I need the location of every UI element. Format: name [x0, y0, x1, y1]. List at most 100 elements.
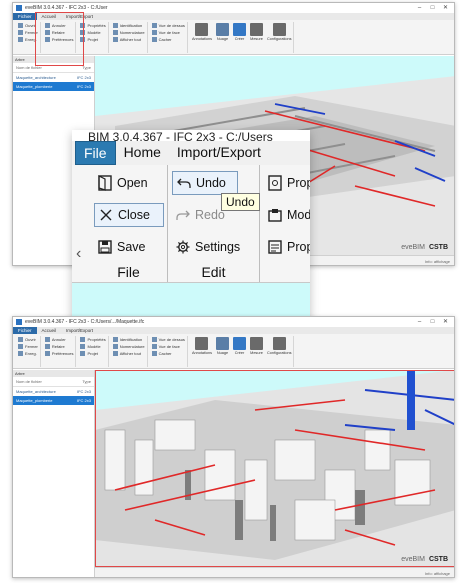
- properties-icon: [268, 175, 282, 191]
- redo-icon: [176, 210, 190, 220]
- tab-file[interactable]: File: [75, 141, 116, 165]
- close-icon: [18, 344, 23, 349]
- ribbon-group-file: Ouvrir Fermer Enreg.: [16, 22, 41, 53]
- close-icon[interactable]: ✕: [439, 3, 452, 13]
- ribbon-item[interactable]: Annuler: [44, 23, 74, 28]
- ribbon-item[interactable]: Préférences: [44, 351, 73, 356]
- item-type: IFC 2x3: [76, 84, 91, 89]
- ribbon-label: Modèle: [87, 30, 101, 35]
- list-item[interactable]: Maquette_plomberie IFC 2x3: [13, 82, 94, 91]
- project-button[interactable]: Prop: [264, 235, 310, 259]
- ribbon-item[interactable]: Identification: [112, 23, 145, 28]
- ribbon-item[interactable]: Fermer: [18, 30, 38, 35]
- 3d-viewport[interactable]: eveBIM CSTB: [95, 370, 454, 567]
- ribbon-group-camera: Vue de dessus Vue de face Cacher: [150, 22, 188, 53]
- model-button[interactable]: Mod: [264, 203, 310, 227]
- list-item[interactable]: Maquette_plomberie IFC 2x3: [13, 396, 94, 405]
- annotations-button[interactable]: Annotations: [192, 23, 212, 41]
- chevron-left-icon[interactable]: ‹: [76, 245, 81, 263]
- measure-button[interactable]: Mesure: [250, 23, 263, 41]
- model-tree-panel: Arbre Nom de fichier Type Maquette_archi…: [13, 370, 95, 577]
- ribbon-item[interactable]: Préférences: [44, 37, 73, 42]
- ribbon-item[interactable]: Nomenclature: [112, 344, 145, 349]
- list-item[interactable]: Maquette_architecture IFC 2x3: [13, 73, 94, 82]
- ribbon-label: Créer: [234, 351, 245, 355]
- tab-import-export[interactable]: Import/Export: [61, 13, 98, 20]
- open-button[interactable]: Open: [94, 171, 152, 195]
- maximize-icon[interactable]: □: [426, 3, 439, 13]
- create-button[interactable]: Créer: [233, 337, 246, 355]
- ribbon-item[interactable]: Vue de dessus: [151, 337, 185, 342]
- ribbon-label: Vue de dessus: [158, 23, 185, 28]
- panel-columns: Nom de fichier Type: [13, 63, 94, 73]
- ribbon-item[interactable]: Vue de face: [151, 30, 185, 35]
- ribbon-item[interactable]: Cacher: [151, 37, 185, 42]
- ribbon-item[interactable]: Projet: [80, 37, 105, 42]
- app-logo-icon: [16, 319, 22, 325]
- tab-file[interactable]: Fichier: [13, 13, 37, 20]
- ribbon-label: Configurations: [267, 351, 292, 355]
- open-icon: [18, 337, 23, 342]
- ribbon-group-file: Open Close Save File: [90, 165, 168, 282]
- close-icon[interactable]: ✕: [439, 317, 452, 327]
- configurations-button[interactable]: Configurations: [267, 337, 291, 355]
- ribbon-item[interactable]: Refaire: [44, 30, 74, 35]
- tab-home[interactable]: Home: [116, 141, 169, 165]
- model-label: Mod: [287, 208, 310, 222]
- properties-button[interactable]: Prop: [264, 171, 310, 195]
- ribbon-item[interactable]: Enreg.: [18, 37, 38, 42]
- ribbon-label: Identification: [119, 337, 143, 342]
- list-item[interactable]: Maquette_architecture IFC 2x3: [13, 387, 94, 396]
- tab-home[interactable]: Accueil: [37, 13, 62, 20]
- ribbon-label: Propriétés: [87, 23, 106, 28]
- ribbon-item[interactable]: Propriétés: [80, 23, 106, 28]
- ribbon-item[interactable]: Modèle: [80, 344, 105, 349]
- ribbon: Ouvrir Fermer Enreg. Annuler Refaire Pré…: [13, 20, 454, 55]
- cloud-button[interactable]: Nuage: [216, 23, 229, 41]
- configurations-button[interactable]: Configurations: [267, 23, 291, 41]
- ribbon-item[interactable]: Projet: [80, 351, 105, 356]
- ribbon-item[interactable]: Enreg.: [18, 351, 38, 356]
- maximize-icon[interactable]: □: [426, 317, 439, 327]
- ribbon-item[interactable]: Nomenclature: [112, 30, 145, 35]
- ribbon-item[interactable]: Ouvrir: [18, 337, 38, 342]
- ribbon-label: Annotations: [191, 351, 212, 355]
- settings-button[interactable]: Settings: [172, 235, 244, 259]
- minimize-icon[interactable]: –: [413, 3, 426, 13]
- ribbon-item[interactable]: Ouvrir: [18, 23, 38, 28]
- ribbon-item[interactable]: Annuler: [44, 337, 74, 342]
- ribbon-label: Ouvrir: [25, 337, 36, 342]
- ribbon-item[interactable]: Afficher tout: [112, 37, 145, 42]
- ribbon-label: Cacher: [158, 351, 172, 356]
- project-icon: [268, 240, 282, 254]
- redo-icon: [44, 344, 50, 349]
- minimize-icon[interactable]: –: [413, 317, 426, 327]
- save-button[interactable]: Save: [94, 235, 150, 259]
- annotations-button[interactable]: Annotations: [192, 337, 212, 355]
- ribbon-label: Identification: [119, 23, 143, 28]
- tab-home[interactable]: Accueil: [37, 327, 62, 334]
- ribbon-item[interactable]: Propriétés: [80, 337, 106, 342]
- ribbon-item[interactable]: Fermer: [18, 344, 38, 349]
- ribbon-item[interactable]: Vue de face: [151, 344, 185, 349]
- cloud-button[interactable]: Nuage: [216, 337, 229, 355]
- create-button[interactable]: Créer: [233, 23, 246, 41]
- hide-icon: [151, 37, 157, 42]
- ribbon-label: Enreg.: [25, 351, 37, 356]
- identify-icon: [112, 23, 118, 28]
- close-button[interactable]: Close: [94, 203, 164, 227]
- ribbon-item[interactable]: Vue de dessus: [151, 23, 185, 28]
- ribbon-item[interactable]: Identification: [112, 337, 145, 342]
- measure-button[interactable]: Mesure: [250, 337, 263, 355]
- undo-tooltip: Undo: [221, 193, 260, 211]
- open-icon: [98, 175, 112, 191]
- ribbon-item[interactable]: Cacher: [151, 351, 185, 356]
- undo-button[interactable]: Undo: [172, 171, 238, 195]
- tab-file[interactable]: Fichier: [13, 327, 37, 334]
- ribbon-item[interactable]: Refaire: [44, 344, 74, 349]
- ribbon-item[interactable]: Modèle: [80, 30, 105, 35]
- tab-import-export[interactable]: Import/Export: [169, 141, 269, 165]
- ribbon-group-edit: Undo Redo Settings Edit: [168, 165, 260, 282]
- tab-import-export[interactable]: Import/Export: [61, 327, 98, 334]
- ribbon-item[interactable]: Afficher tout: [112, 351, 145, 356]
